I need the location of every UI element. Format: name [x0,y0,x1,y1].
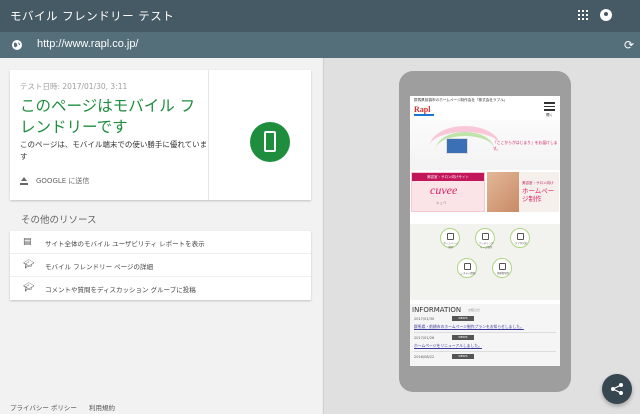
app-header: モバイル フレンドリー テスト [0,0,640,32]
school-icon: 🎓︎ [23,283,35,293]
device-frame: 群馬県前橋市のホームページ制作会社「株式会社ラプル」 Rapl 開く 「ここから… [399,71,571,392]
result-summary: テスト日時: 2017/01/30, 3:11 このページはモバイル フレンドリ… [10,70,209,200]
services-grid: ホームページ制作 ランディングページ制作 スマホ対応 システム開発 印刷物制作 [410,224,560,300]
resource-label: コメントや質問をディスカッション グループに投稿 [45,286,196,294]
resource-item-mobile-details[interactable]: 🎓︎ モバイル フレンドリー ページの詳細 [10,254,311,277]
apps-grid-icon[interactable] [578,10,588,20]
privacy-link[interactable]: プライバシー ポリシー [10,404,77,412]
information-title: INFORMATION [412,306,462,314]
carousel-dots [478,217,508,232]
menu-label: 開く [546,113,553,117]
site-header: 群馬県前橋市のホームページ制作会社「株式会社ラプル」 Rapl 開く [410,96,560,120]
result-title: このページはモバイル フレンドリーです [20,97,196,136]
hero-copy: 「ここからがはじまり」をお届けします。 [493,140,558,151]
page-screenshot[interactable]: 群馬県前橋市のホームページ制作会社「株式会社ラプル」 Rapl 開く 「ここから… [410,96,560,366]
result-card: テスト日時: 2017/01/30, 3:11 このページはモバイル フレンドリ… [10,70,311,200]
results-pane: テスト日時: 2017/01/30, 3:11 このページはモバイル フレンドリ… [0,58,322,414]
banner-row: 美容室・サロン向けサイト cuvee キュベ 美容室・サロン向け ホームページ制… [410,172,560,214]
news-item: 2017/01/26 NEWS ホームページをリニューアルしました。 [414,335,556,352]
school-icon: 🎓︎ [23,260,35,270]
news-date: 2017/01/30 [414,317,435,321]
salon-banner: 美容室・サロン向け ホームページ制作 [487,172,559,212]
upload-icon [20,177,28,185]
share-button[interactable] [602,374,632,404]
information-section: INFORMATION お知らせ 2017/01/30 NEWS 群馬県・前橋市… [410,304,560,366]
send-to-google-label: GOOGLE に送信 [36,177,90,185]
news-item: 2016/08/22 NEWS [414,354,556,366]
news-tag: NEWS [452,316,474,321]
resources-list: ▤ サイト全体のモバイル ユーザビリティ レポートを表示 🎓︎ モバイル フレン… [10,231,311,300]
site-logo: Rapl [414,105,431,114]
banner-caption: 美容室・サロン向けサイト [412,173,484,181]
resource-label: モバイル フレンドリー ページの詳細 [45,263,154,271]
hamburger-menu-icon [544,102,555,113]
resource-label: サイト全体のモバイル ユーザビリティ レポートを表示 [45,240,205,248]
service-icon-system: システム開発 [457,258,477,278]
service-icon-smartphone: スマホ対応 [510,228,530,248]
cuvee-logo: cuvee [430,183,458,197]
resources-title: その他のリソース [21,215,97,226]
news-text: ホームページをリニューアルしました。 [414,343,482,348]
url-bar: http://www.rapl.co.jp/ ⟳ [0,32,640,58]
salon-photo [487,172,519,212]
logo-underline [414,114,434,116]
cuvee-banner: 美容室・サロン向けサイト cuvee キュベ [411,172,485,212]
app-title: モバイル フレンドリー テスト [10,9,175,23]
mobile-friendly-badge-icon [250,122,290,162]
cuvee-reading: キュベ [436,201,447,205]
news-tag: NEWS [452,354,474,359]
resource-item-discussion[interactable]: 🎓︎ コメントや質問をディスカッション グループに投稿 [10,277,311,300]
service-icon-web: ホームページ制作 [440,228,460,249]
site-tagline: 群馬県前橋市のホームページ制作会社「株式会社ラプル」 [414,98,508,102]
test-date: テスト日時: 2017/01/30, 3:11 [20,82,128,91]
hero-banner: 「ここからがはじまり」をお届けします。 [410,120,560,170]
service-icon-print: 印刷物制作 [492,258,512,278]
news-tag: NEWS [452,335,474,340]
account-icon[interactable] [600,9,612,21]
resource-item-usability-report[interactable]: ▤ サイト全体のモバイル ユーザビリティ レポートを表示 [10,231,311,254]
salon-banner-small: 美容室・サロン向け [522,181,554,185]
send-to-google-button[interactable]: GOOGLE に送信 [20,176,89,186]
globe-icon [12,40,22,50]
preview-pane: 群馬県前橋市のホームページ制作会社「株式会社ラプル」 Rapl 開く 「ここから… [323,58,640,414]
salon-banner-big: ホームページ制作 [522,187,555,203]
result-description: このページは、モバイル端末での使い勝手に優れています [20,140,208,161]
footer-links: プライバシー ポリシー 利用規約 [10,402,125,412]
service-icon-landing: ランディングページ制作 [475,228,495,249]
information-subtitle: お知らせ [468,308,480,312]
news-text: 群馬県・前橋市のホームページ制作プランをお知らせしました。 [414,324,524,329]
news-date: 2017/01/26 [414,336,435,340]
terms-link[interactable]: 利用規約 [89,404,115,412]
news-item: 2017/01/30 NEWS 群馬県・前橋市のホームページ制作プランをお知らせ… [414,316,556,333]
laptop-illustration [446,138,468,154]
refresh-icon[interactable]: ⟳ [624,38,634,52]
url-input[interactable]: http://www.rapl.co.jp/ [37,38,139,50]
report-icon: ▤ [23,237,32,247]
share-icon [611,383,623,395]
news-date: 2016/08/22 [414,355,435,359]
